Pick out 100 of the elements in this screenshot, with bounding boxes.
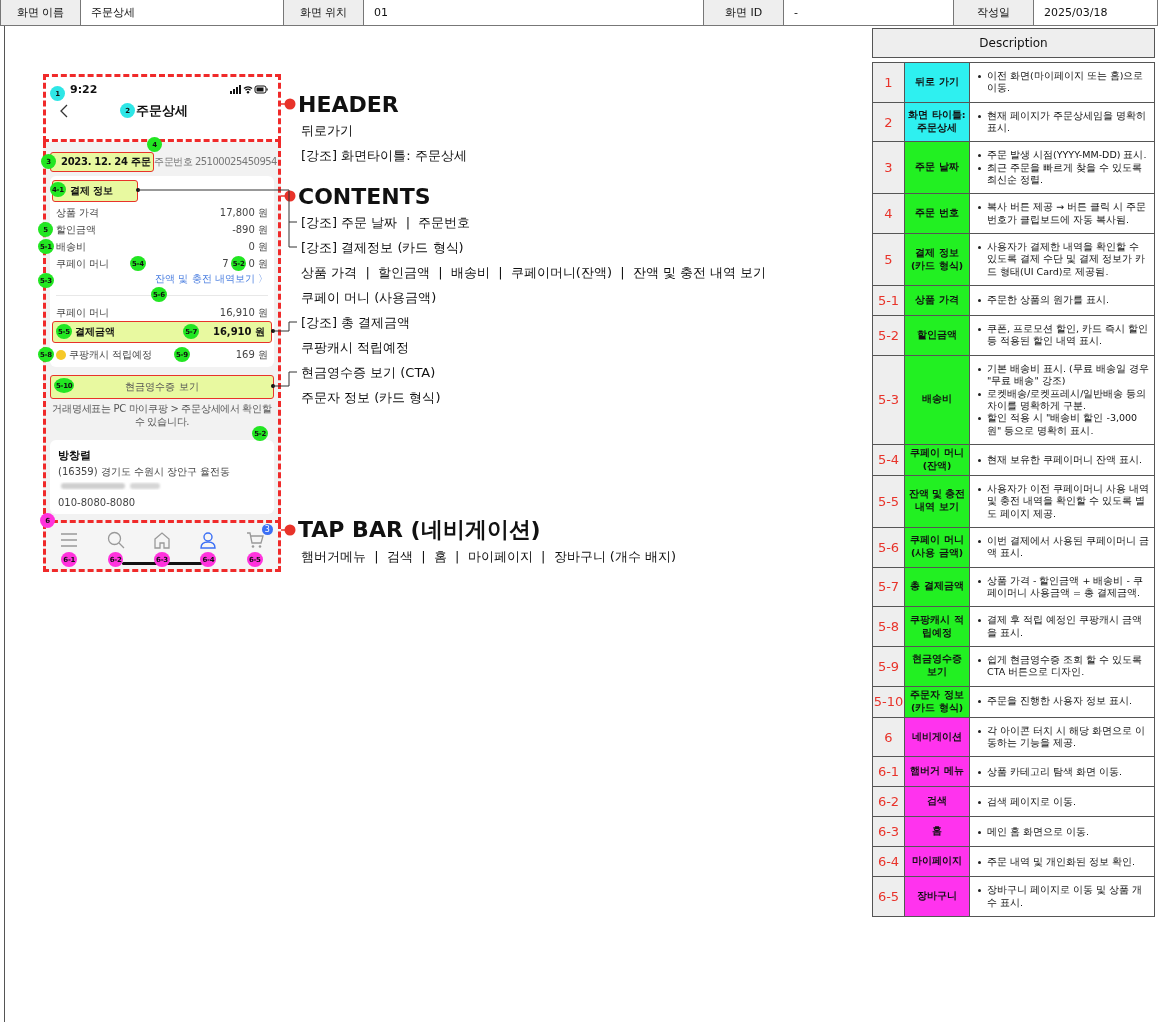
- description-text: 결제 후 적립 예정인 쿠팡캐시 금액을 표시.: [987, 614, 1144, 639]
- description-text: 상품 카테고리 탐색 화면 이동.: [987, 765, 1123, 778]
- description-text: 현재 보유한 쿠페이머니 잔액 표시.: [987, 453, 1143, 467]
- table-cell: 화면 타이틀: 주문상세: [904, 102, 970, 142]
- annotation-text: 쿠페이 머니 (사용금액): [301, 289, 438, 307]
- orderer-phone: 010-8080-8080: [58, 497, 137, 508]
- table-cell: 할인금액: [904, 316, 970, 355]
- description-text: 사용자가 이전 쿠페이머니 사용 내역 및 충전 내역을 확인할 수 있도록 별도 페이지 제공.: [987, 482, 1150, 520]
- description-text: 상품 가격 - 할인금액 + 배송비 - 쿠페이머니 사용금액 = 총 결제금액.: [987, 574, 1144, 600]
- description-text: 쿠폰, 프로모션 할인, 카드 즉시 할인 등 적용된 할인 내역 표시.: [987, 323, 1150, 348]
- table-cell: 4: [873, 194, 904, 234]
- description-text: 기본 배송비 표시. (무료 배송일 경우 "무료 배송" 강조): [987, 362, 1150, 388]
- table-cell: 검색: [904, 787, 970, 817]
- table-cell: 3: [873, 142, 904, 194]
- table-cell: 결제 정보 (카드 형식): [904, 234, 970, 286]
- section-title: TAP BAR (네비게이션): [298, 516, 541, 544]
- table-cell: 5-4: [873, 444, 904, 475]
- description-text: 주문을 진행한 사용자 정보 표시.: [987, 695, 1133, 708]
- total-value: 16,910 원: [212, 325, 265, 339]
- description-text: 이전 화면(마이페이지 또는 홈)으로 이동.: [987, 70, 1145, 95]
- table-cell: 마이페이지: [904, 847, 970, 877]
- table-cell: 잔액 및 충전 내역 보기: [904, 475, 970, 527]
- section-title: HEADER: [298, 91, 399, 117]
- annotation-text: 주문자 정보 (카드 형식): [301, 389, 442, 407]
- cart-count-badge: 3: [261, 524, 273, 535]
- table-cell: 5-6: [873, 527, 904, 567]
- table-cell: 5-9: [873, 646, 904, 686]
- table-cell: 5-3: [873, 355, 904, 444]
- description-text: 주문 발생 시점(YYYY-MM-DD) 표시.: [987, 149, 1147, 162]
- field-label: 화면 ID: [703, 0, 783, 25]
- description-text: 검색 페이지로 이동.: [987, 795, 1077, 808]
- annotation-text: [강조] 총 결제금액: [301, 314, 412, 332]
- table-cell: 쿠페이 머니 (사용 금액): [904, 527, 970, 567]
- description-text: 이번 결제에서 사용된 쿠페이머니 금액 표시.: [987, 534, 1150, 560]
- table-cell: 5-7: [873, 567, 904, 607]
- table-cell: 홈: [904, 817, 970, 847]
- table-cell: 햄버거 메뉴: [904, 757, 970, 787]
- row-value: 0 원: [248, 256, 268, 271]
- annotation-text: 쿠팡캐시 적립예정: [301, 339, 411, 357]
- table-cell: 6-4: [873, 847, 904, 877]
- table-cell: 주문 번호: [904, 194, 970, 234]
- table-cell: 상품 가격: [904, 286, 970, 316]
- table-cell: 5-2: [873, 316, 904, 355]
- row-value: 7: [222, 258, 229, 269]
- orderer-name: 방창렬: [58, 448, 92, 463]
- row-value: 17,800 원: [219, 205, 268, 220]
- table-cell: 장바구니: [904, 877, 970, 917]
- order-number: 주문번호 25100025450954: [154, 155, 277, 169]
- table-cell: 총 결제금액: [904, 567, 970, 607]
- table-cell: 6-5: [873, 877, 904, 917]
- row-label: 상품 가격: [56, 205, 100, 220]
- field-label: 화면 위치: [283, 0, 363, 25]
- balance-link[interactable]: 잔액 및 충전 내역보기 〉: [155, 272, 268, 287]
- row-label: 할인금액: [56, 222, 96, 237]
- table-cell: 5-8: [873, 607, 904, 646]
- screen-title: 주문상세: [136, 102, 188, 120]
- table-cell: 현금영수증 보기: [904, 646, 970, 686]
- table-cell: 쿠팡캐시 적립예정: [904, 607, 970, 646]
- description-text: 장바구니 페이지로 이동 및 상품 개수 표시.: [987, 884, 1144, 910]
- table-cell: 1: [873, 63, 904, 102]
- table-cell: 6-1: [873, 757, 904, 787]
- order-date: 2023. 12. 24 주문: [50, 152, 155, 172]
- description-text: 각 아이콘 터치 시 해당 화면으로 이동하는 기능을 제공.: [987, 724, 1147, 750]
- table-cell: 5-5: [873, 475, 904, 527]
- orderer-address: (16359) 경기도 수원시 장안구 율전동: [58, 465, 231, 479]
- annotation-text: 뒤로가기: [301, 122, 354, 140]
- description-text: 메인 홈 화면으로 이동.: [987, 825, 1090, 838]
- annotation-text: [강조] 화면타이틀: 주문상세: [301, 147, 468, 165]
- table-cell: 5-1: [873, 286, 904, 316]
- field-label: 화면 이름: [0, 0, 80, 25]
- table-cell: 네비게이션: [904, 717, 970, 757]
- table-cell: 6-3: [873, 817, 904, 847]
- notice-text: 거래명세표는 PC 마이쿠팡 > 주문상세에서 확인할 수 있습니다.: [51, 403, 273, 428]
- description-text: 할인 적용 시 "배송비 할인 -3,000원" 등으로 명확히 표시.: [987, 412, 1139, 437]
- description-text: 현재 페이지가 주문상세임을 명확히 표시.: [987, 109, 1148, 135]
- annotation-text: 상품 가격 | 할인금액 | 배송비 | 쿠페이머니(잔액) | 잔액 및 충전 내역 보기: [301, 264, 767, 282]
- total-label: 결제금액: [75, 325, 115, 339]
- description-text: 주문한 상품의 원가를 표시.: [987, 294, 1110, 307]
- annotation-text: [강조] 결제정보 (카드 형식): [301, 239, 465, 257]
- row-label: 쿠페이 머니: [56, 256, 110, 271]
- description-text: 쉽게 현금영수증 조회 할 수 있도록 CTA 버튼으로 디자인.: [987, 653, 1144, 679]
- table-cell: 쿠페이 머니 (잔액): [904, 444, 970, 475]
- description-text: 사용자가 결제한 내역을 확인할 수 있도록 결제 수단 및 결제 정보가 카드 형태(UI Card)로 제공됨.: [987, 241, 1147, 279]
- status-time: 9:22: [70, 83, 98, 96]
- table-cell: 5-10: [873, 686, 904, 717]
- table-cell: 주문 날짜: [904, 142, 970, 194]
- annotation-text: 햄버거메뉴 | 검색 | 홈 | 마이페이지 | 장바구니 (개수 배지): [301, 548, 678, 566]
- row-value: 0 원: [248, 239, 268, 254]
- row-label: 쿠페이 머니: [56, 305, 110, 320]
- description-text: 로켓배송/로켓프레시/일반배송 등의 차이를 명확하게 구분.: [987, 387, 1148, 413]
- field-value: 2025/03/18: [1033, 0, 1157, 25]
- description-text: 복사 버튼 제공 → 버튼 클릭 시 주문번호가 클립보드에 자동 복사됨.: [987, 201, 1148, 227]
- annotation-text: 현금영수증 보기 (CTA): [301, 364, 437, 382]
- table-cell: 뒤로 가기: [904, 63, 970, 102]
- table-cell: 6: [873, 717, 904, 757]
- row-label: 쿠팡캐시 적립예정: [69, 347, 153, 362]
- annotation-text: [강조] 주문 날짜 | 주문번호: [301, 214, 472, 232]
- table-cell: 배송비: [904, 355, 970, 444]
- table-cell: 2: [873, 102, 904, 142]
- table-title: Description: [872, 28, 1155, 58]
